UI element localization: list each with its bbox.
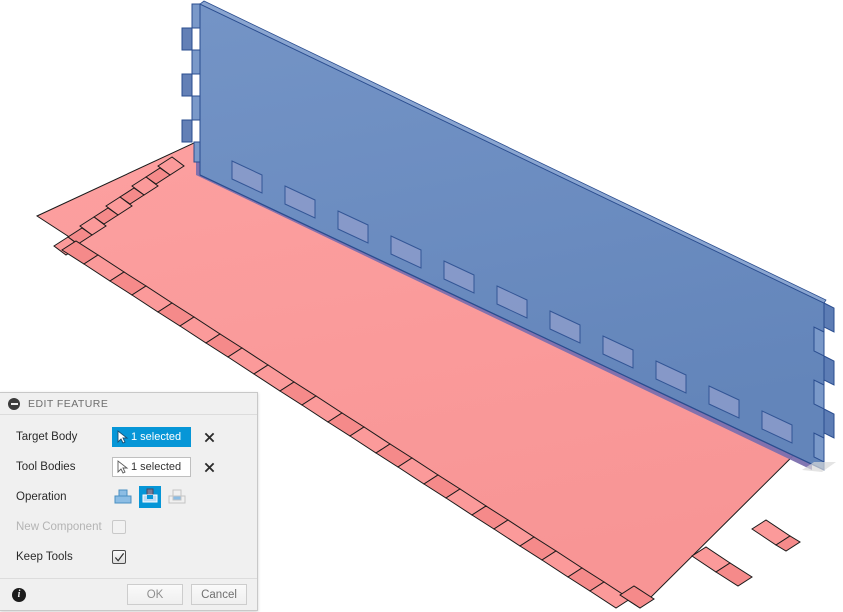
join-icon bbox=[114, 489, 132, 504]
keep-tools-label: Keep Tools bbox=[16, 551, 73, 563]
app-window: EDIT FEATURE Target Body 1 selected Tool… bbox=[0, 0, 843, 612]
row-operation: Operation bbox=[0, 482, 257, 512]
edit-feature-dialog[interactable]: EDIT FEATURE Target Body 1 selected Tool… bbox=[0, 392, 258, 611]
row-target-body: Target Body 1 selected bbox=[0, 422, 257, 452]
target-body-clear-button[interactable] bbox=[200, 428, 218, 446]
checkmark-icon bbox=[114, 552, 124, 562]
operation-button-group bbox=[112, 486, 188, 508]
row-keep-tools: Keep Tools bbox=[0, 542, 257, 572]
cut-icon bbox=[142, 488, 158, 503]
intersect-icon bbox=[168, 489, 186, 504]
cancel-button[interactable]: Cancel bbox=[191, 584, 247, 605]
operation-cut-button[interactable] bbox=[139, 486, 161, 508]
cursor-arrow-icon bbox=[116, 430, 129, 444]
row-new-component: New Component bbox=[0, 512, 257, 542]
tool-bodies-clear-button[interactable] bbox=[200, 458, 218, 476]
target-body-label: Target Body bbox=[16, 431, 78, 443]
target-body-selection-field[interactable]: 1 selected bbox=[112, 427, 191, 447]
tool-bodies-selection-value: 1 selected bbox=[131, 461, 182, 473]
dialog-title: EDIT FEATURE bbox=[28, 397, 109, 410]
keep-tools-checkbox[interactable] bbox=[112, 550, 126, 564]
dialog-header[interactable]: EDIT FEATURE bbox=[0, 393, 257, 415]
new-component-checkbox bbox=[112, 520, 126, 534]
target-body-selection-value: 1 selected bbox=[131, 431, 182, 443]
tool-bodies-selection-field[interactable]: 1 selected bbox=[112, 457, 191, 477]
new-component-label: New Component bbox=[16, 521, 102, 533]
row-tool-bodies: Tool Bodies 1 selected bbox=[0, 452, 257, 482]
operation-label: Operation bbox=[16, 491, 67, 503]
ok-button[interactable]: OK bbox=[127, 584, 183, 605]
minus-circle-icon[interactable] bbox=[8, 397, 20, 410]
info-icon[interactable]: i bbox=[12, 587, 26, 602]
cursor-arrow-icon bbox=[116, 460, 129, 474]
tool-bodies-label: Tool Bodies bbox=[16, 461, 76, 473]
operation-join-button[interactable] bbox=[112, 486, 134, 508]
dialog-body: Target Body 1 selected Tool Bodies 1 sel… bbox=[0, 415, 257, 578]
operation-intersect-button[interactable] bbox=[166, 486, 188, 508]
dialog-footer: i OK Cancel bbox=[0, 578, 257, 610]
